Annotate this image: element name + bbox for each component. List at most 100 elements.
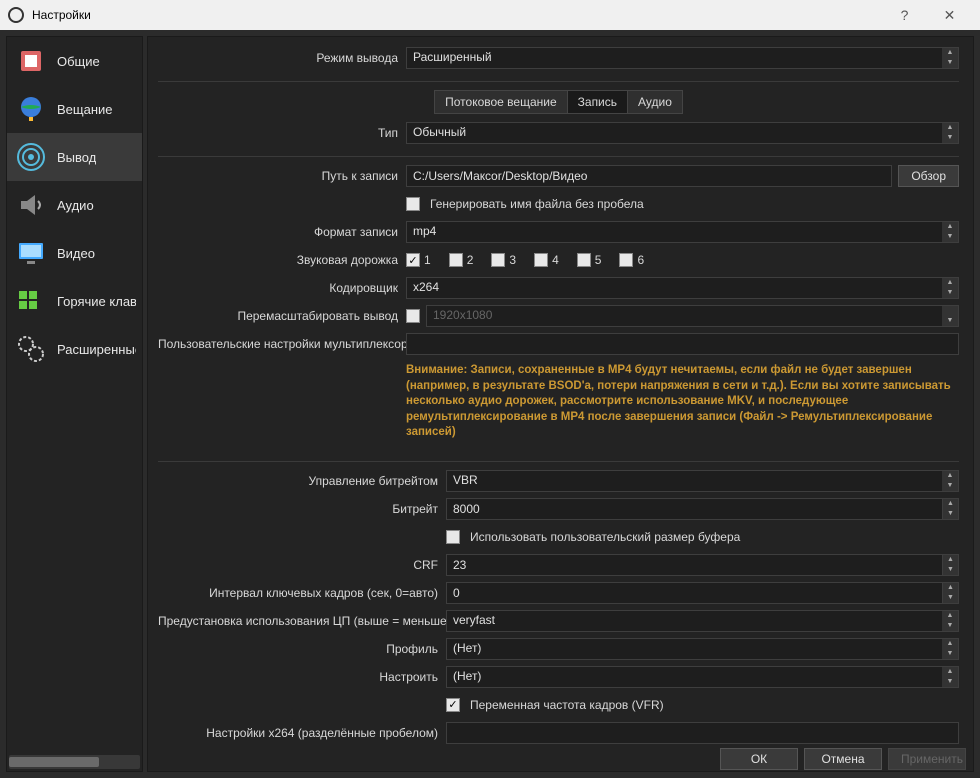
globe-icon	[13, 91, 49, 127]
sidebar-item-general[interactable]: Общие	[7, 37, 142, 85]
rescale-label: Перемасштабировать вывод	[158, 309, 406, 323]
track-5-label: 5	[595, 253, 602, 267]
rescale-value-select[interactable]: 1920x1080	[426, 305, 959, 327]
sidebar-item-output[interactable]: Вывод	[7, 133, 142, 181]
rec-type-select[interactable]: Обычный	[406, 122, 959, 144]
track-6-label: 6	[637, 253, 644, 267]
tab-audio[interactable]: Аудио	[628, 90, 683, 114]
select-spinner-icon[interactable]: ▲▼	[942, 278, 958, 298]
sidebar-item-video[interactable]: Видео	[7, 229, 142, 277]
spinner-icon[interactable]: ▲▼	[943, 582, 959, 604]
close-button[interactable]: ✕	[927, 7, 972, 24]
rate-control-label: Управление битрейтом	[158, 474, 446, 488]
select-spinner-icon[interactable]: ▲▼	[942, 48, 958, 68]
dialog-buttons: ОК Отмена Применить	[720, 748, 966, 770]
encoder-label: Кодировщик	[158, 281, 406, 295]
sidebar-item-audio[interactable]: Аудио	[7, 181, 142, 229]
preset-select[interactable]: veryfast	[446, 610, 959, 632]
help-button[interactable]: ?	[882, 7, 927, 23]
app-logo-icon	[8, 7, 24, 23]
sidebar-item-label: Горячие клавиши	[57, 294, 136, 309]
rec-format-select[interactable]: mp4	[406, 221, 959, 243]
vfr-checkbox[interactable]: ✓	[446, 698, 460, 712]
track-5-checkbox[interactable]	[577, 253, 591, 267]
crf-label: CRF	[158, 558, 446, 572]
title-bar: Настройки ? ✕	[0, 0, 980, 30]
apply-button[interactable]: Применить	[888, 748, 966, 770]
sidebar-item-label: Видео	[57, 246, 95, 261]
tracks-label: Звуковая дорожка	[158, 253, 406, 267]
broadcast-icon	[13, 139, 49, 175]
select-spinner-icon[interactable]: ▲▼	[942, 611, 958, 631]
select-dropdown-icon[interactable]: ▼	[942, 306, 958, 326]
select-spinner-icon[interactable]: ▲▼	[942, 222, 958, 242]
select-spinner-icon[interactable]: ▲▼	[942, 639, 958, 659]
tab-streaming[interactable]: Потоковое вещание	[434, 90, 568, 114]
sidebar-scrollbar[interactable]	[9, 755, 140, 769]
output-mode-label: Режим вывода	[158, 51, 406, 65]
sidebar-item-stream[interactable]: Вещание	[7, 85, 142, 133]
track-3-label: 3	[509, 253, 516, 267]
cancel-button[interactable]: Отмена	[804, 748, 882, 770]
track-1-label: 1	[424, 253, 431, 267]
spinner-icon[interactable]: ▲▼	[943, 498, 959, 520]
speaker-icon	[13, 187, 49, 223]
encoder-select[interactable]: x264	[406, 277, 959, 299]
track-3-checkbox[interactable]	[491, 253, 505, 267]
output-mode-select[interactable]: Расширенный	[406, 47, 959, 69]
mux-input[interactable]	[406, 333, 959, 355]
bitrate-label: Битрейт	[158, 502, 446, 516]
rec-format-label: Формат записи	[158, 225, 406, 239]
track-2-label: 2	[467, 253, 474, 267]
track-2-checkbox[interactable]	[449, 253, 463, 267]
preset-label: Предустановка использования ЦП (выше = м…	[158, 614, 446, 628]
tab-recording[interactable]: Запись	[568, 90, 628, 114]
main-panel: Режим вывода Расширенный ▲▼ Потоковое ве…	[147, 36, 974, 772]
crf-input[interactable]	[446, 554, 943, 576]
sidebar-item-label: Расширенные	[57, 342, 136, 357]
divider	[158, 461, 959, 462]
browse-button[interactable]: Обзор	[898, 165, 959, 187]
gear-icon	[13, 43, 49, 79]
ok-button[interactable]: ОК	[720, 748, 798, 770]
x264opts-input[interactable]	[446, 722, 959, 744]
sidebar-item-label: Общие	[57, 54, 100, 69]
tune-label: Настроить	[158, 670, 446, 684]
profile-label: Профиль	[158, 642, 446, 656]
track-1-checkbox[interactable]: ✓	[406, 253, 420, 267]
keyint-input[interactable]	[446, 582, 943, 604]
rate-control-select[interactable]: VBR	[446, 470, 959, 492]
track-4-checkbox[interactable]	[534, 253, 548, 267]
mp4-warning-text: Внимание: Записи, сохраненные в MP4 буду…	[406, 361, 959, 449]
filename-nospaces-checkbox[interactable]	[406, 197, 420, 211]
sidebar: Общие Вещание Вывод Аудио Видео	[6, 36, 143, 772]
mux-label: Пользовательские настройки мультиплексор…	[158, 337, 406, 351]
keyboard-icon	[13, 283, 49, 319]
tab-bar: Потоковое вещание Запись Аудио	[158, 90, 959, 114]
sidebar-item-label: Аудио	[57, 198, 94, 213]
rec-path-label: Путь к записи	[158, 169, 406, 183]
sidebar-item-advanced[interactable]: Расширенные	[7, 325, 142, 373]
sidebar-item-label: Вещание	[57, 102, 113, 117]
select-spinner-icon[interactable]: ▲▼	[942, 123, 958, 143]
sidebar-item-hotkeys[interactable]: Горячие клавиши	[7, 277, 142, 325]
keyint-label: Интервал ключевых кадров (сек, 0=авто)	[158, 586, 446, 600]
select-spinner-icon[interactable]: ▲▼	[942, 471, 958, 491]
rec-type-label: Тип	[158, 126, 406, 140]
profile-select[interactable]: (Нет)	[446, 638, 959, 660]
divider	[158, 81, 959, 82]
track-4-label: 4	[552, 253, 559, 267]
rescale-checkbox[interactable]	[406, 309, 420, 323]
cogs-icon	[13, 331, 49, 367]
select-spinner-icon[interactable]: ▲▼	[942, 667, 958, 687]
filename-nospaces-label: Генерировать имя файла без пробела	[430, 197, 644, 211]
track-6-checkbox[interactable]	[619, 253, 633, 267]
sidebar-item-label: Вывод	[57, 150, 96, 165]
custom-buffer-label: Использовать пользовательский размер буф…	[470, 530, 740, 544]
custom-buffer-checkbox[interactable]	[446, 530, 460, 544]
bitrate-input[interactable]	[446, 498, 943, 520]
vfr-label: Переменная частота кадров (VFR)	[470, 698, 664, 712]
spinner-icon[interactable]: ▲▼	[943, 554, 959, 576]
rec-path-input[interactable]	[406, 165, 892, 187]
tune-select[interactable]: (Нет)	[446, 666, 959, 688]
